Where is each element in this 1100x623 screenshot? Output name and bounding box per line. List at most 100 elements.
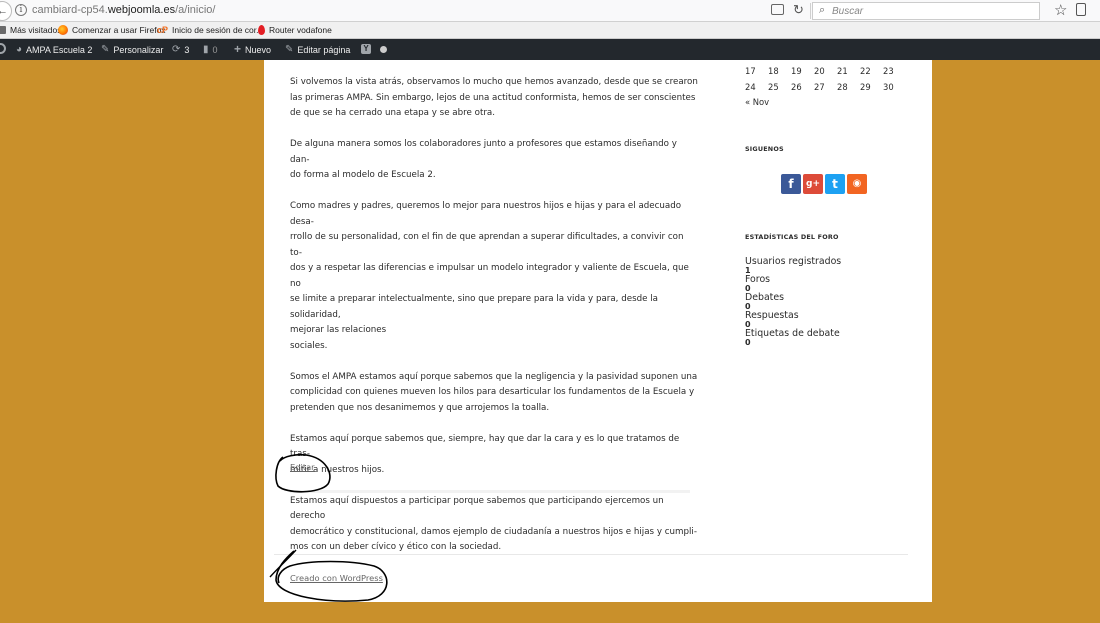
reload-icon[interactable]: ↻ [793, 2, 804, 18]
powered-by-link[interactable]: Creado con WordPress [290, 573, 383, 583]
status-dot-icon [380, 46, 387, 53]
article-line: Somos el AMPA estamos aquí porque sabemo… [290, 371, 698, 382]
clipboard-icon[interactable] [1076, 3, 1086, 16]
info-icon[interactable]: i [15, 4, 27, 16]
admin-edit-page[interactable]: ✎ Editar página [285, 44, 350, 55]
bookmark-label: Inicio de sesión de cor... [172, 25, 264, 35]
twitter-icon[interactable]: t [825, 174, 845, 194]
rss-icon[interactable]: ◉ [847, 174, 867, 194]
article-line: Si volvemos la vista atrás, observamos l… [290, 77, 698, 87]
bookmark-star-icon[interactable]: ☆ [1054, 1, 1067, 19]
calendar-day: 18 [768, 66, 779, 76]
bookmark-label: Comenzar a usar Firefox [72, 25, 166, 35]
comment-icon: ▮ [203, 44, 209, 55]
edit-link[interactable]: Editar [290, 462, 315, 472]
article-paragraph: Como madres y padres, queremos lo mejor … [290, 199, 698, 354]
admin-new[interactable]: + Nuevo [234, 42, 272, 56]
article-line: mos con un deber cívico y ético con la s… [290, 542, 502, 552]
toolbar-divider [810, 3, 811, 19]
calendar-widget: 17 18 19 20 21 22 23 24 25 26 27 28 29 3… [745, 66, 906, 107]
calendar-day: 29 [860, 81, 871, 92]
social-links: f g+ t ◉ [781, 174, 867, 194]
brush-icon: ✎ [101, 44, 110, 55]
facebook-icon[interactable]: f [781, 174, 801, 194]
admin-comments[interactable]: ▮ 0 [203, 44, 218, 55]
article-paragraph: Estamos aquí dispuestos a participar por… [290, 494, 698, 556]
calendar-day: 21 [837, 66, 848, 76]
url-domain: webjoomla.es [107, 4, 176, 16]
admin-customize[interactable]: ✎ Personalizar [101, 44, 163, 55]
calendar-day: 30 [883, 81, 894, 92]
cp-icon: cP [157, 25, 169, 35]
firefox-icon [58, 25, 68, 35]
article-line: las primeras AMPA. Sin embargo, lejos de… [290, 92, 696, 103]
new-label: Nuevo [245, 45, 272, 55]
wordpress-logo-icon[interactable] [0, 43, 6, 54]
article-paragraph: Estamos aquí porque sabemos que, siempre… [290, 432, 698, 479]
admin-site-name[interactable]: ◕ AMPA Escuela 2 [16, 44, 92, 55]
google-plus-icon[interactable]: g+ [803, 174, 823, 194]
admin-updates[interactable]: ⟳ 3 [172, 44, 189, 55]
calendar-day: 25 [768, 81, 779, 92]
article-line: Estamos aquí dispuestos a participar por… [290, 495, 664, 522]
article-body: Si volvemos la vista atrás, observamos l… [290, 75, 698, 571]
article-line: De alguna manera somos los colaboradores… [290, 139, 677, 165]
bookmarks-bar: Más visitados Comenzar a usar Firefox cP… [0, 22, 1100, 39]
calendar-day: 24 [745, 81, 756, 92]
search-field[interactable]: ⌕ Buscar [812, 2, 1040, 20]
article-line: democrático y constitucional, damos ejem… [290, 526, 697, 537]
calendar-day: 26 [791, 81, 802, 92]
pencil-icon: ✎ [285, 44, 294, 55]
page-content: Si volvemos la vista atrás, observamos l… [264, 60, 932, 602]
url-field[interactable]: cambiard-cp54.webjoomla.es/a/inicio/ [32, 4, 215, 16]
article-paragraph: Si volvemos la vista atrás, observamos l… [290, 75, 698, 122]
bookmark-label: Más visitados [10, 25, 62, 35]
follow-us-title: SIGUENOS [745, 145, 784, 153]
article-line: se limite a preparar intelectualmente, s… [290, 294, 658, 320]
article-line: mejorar las relaciones [290, 325, 387, 335]
folder-icon [0, 26, 6, 34]
article-line: sociales. [290, 340, 328, 351]
calendar-week: 24 25 26 27 28 29 30 [745, 82, 906, 98]
url-bar: ← i cambiard-cp54.webjoomla.es/a/inicio/… [0, 0, 1100, 22]
dashboard-icon: ◕ [16, 44, 23, 55]
article-paragraph: De alguna manera somos los colaboradores… [290, 137, 698, 184]
search-placeholder: Buscar [832, 6, 864, 17]
customize-label: Personalizar [113, 44, 164, 55]
vodafone-icon [258, 25, 265, 35]
forum-stats-title: ESTADÍSTICAS DEL FORO [745, 233, 839, 241]
article-line: dos y a respetar las diferencias e impul… [290, 263, 689, 289]
stat-label: Foros [745, 274, 771, 285]
footer-divider [274, 554, 908, 555]
divider [290, 490, 690, 493]
bookmark-firefox[interactable]: Comenzar a usar Firefox [58, 25, 166, 35]
admin-status[interactable] [380, 46, 387, 53]
stat-label: Usuarios registrados [745, 256, 842, 267]
article-line: complicidad con quienes mueven los hilos… [290, 387, 695, 397]
calendar-week: 17 18 19 20 21 22 23 [745, 66, 906, 82]
reader-view-icon[interactable] [771, 4, 784, 15]
bookmark-mas-visitados[interactable]: Más visitados [0, 25, 62, 35]
calendar-day: 28 [837, 81, 848, 92]
updates-count: 3 [184, 44, 190, 55]
edit-page-label: Editar página [297, 44, 351, 55]
article-line: do forma al modelo de Escuela 2. [290, 170, 436, 180]
calendar-day: 17 [745, 66, 756, 76]
admin-yoast[interactable]: Y [361, 44, 371, 54]
calendar-day: 19 [791, 66, 802, 76]
calendar-prev-month-link[interactable]: « Nov [745, 97, 906, 107]
comments-count: 0 [212, 44, 218, 55]
back-arrow-icon[interactable]: ← [0, 1, 12, 21]
article-line: pretenden que nos desanimemos y que arro… [290, 402, 550, 413]
article-line: Como madres y padres, queremos lo mejor … [290, 201, 682, 227]
bookmark-label: Router vodafone [269, 25, 332, 35]
bookmark-inicio-sesion[interactable]: cP Inicio de sesión de cor... [157, 25, 263, 35]
stat-label: Respuestas [745, 310, 799, 321]
bookmark-router-vodafone[interactable]: Router vodafone [258, 25, 332, 35]
calendar-day: 23 [883, 66, 894, 76]
calendar-day: 27 [814, 81, 825, 92]
forum-stats: Usuarios registrados 1 Foros 0 Debates 0 Respu… [745, 257, 841, 347]
calendar-day: 20 [814, 66, 825, 76]
url-path: /a/inicio/ [175, 4, 216, 16]
yoast-icon: Y [361, 44, 371, 54]
